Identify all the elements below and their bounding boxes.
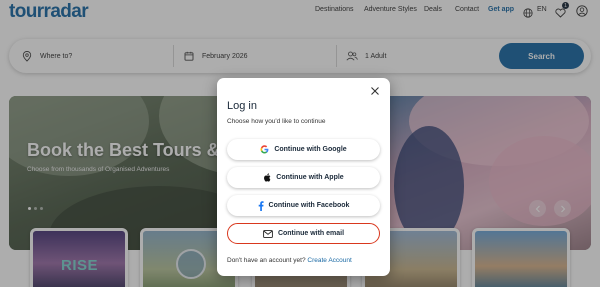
login-modal: Log in Choose how you'd like to continue… xyxy=(217,78,390,276)
signup-prompt: Don't have an account yet? Create Accoun… xyxy=(227,257,352,264)
apple-button-label: Continue with Apple xyxy=(276,174,344,181)
modal-subtitle: Choose how you'd like to continue xyxy=(227,118,326,125)
facebook-button-label: Continue with Facebook xyxy=(268,202,350,209)
close-icon[interactable] xyxy=(369,84,381,96)
modal-title: Log in xyxy=(227,100,257,112)
continue-with-email-button[interactable]: Continue with email xyxy=(227,223,380,244)
no-account-text: Don't have an account yet? xyxy=(227,257,306,264)
continue-with-apple-button[interactable]: Continue with Apple xyxy=(227,167,380,188)
google-icon xyxy=(260,145,269,154)
facebook-icon xyxy=(258,200,264,211)
continue-with-google-button[interactable]: Continue with Google xyxy=(227,139,380,160)
continue-with-facebook-button[interactable]: Continue with Facebook xyxy=(227,195,380,216)
google-button-label: Continue with Google xyxy=(274,146,347,153)
envelope-icon xyxy=(263,229,273,238)
apple-icon xyxy=(264,173,271,182)
email-button-label: Continue with email xyxy=(277,230,345,237)
create-account-link[interactable]: Create Account xyxy=(307,257,351,264)
